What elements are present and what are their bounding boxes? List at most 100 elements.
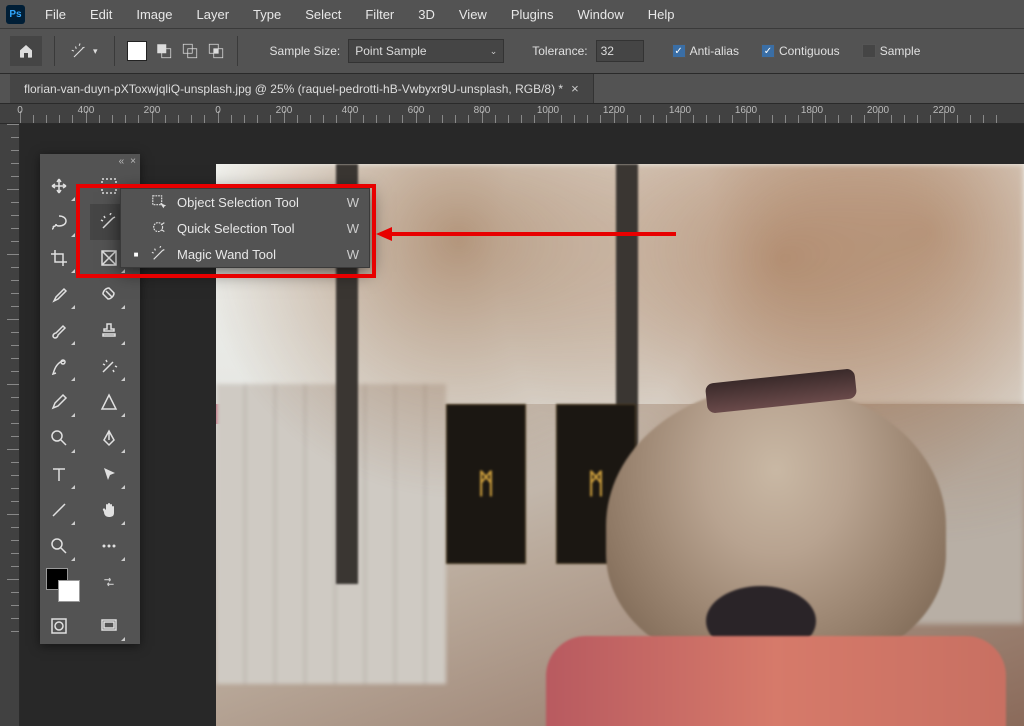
check-icon: ✓ [761,44,775,58]
chevron-down-icon: ⌄ [490,46,498,57]
menu-plugins[interactable]: Plugins [501,3,564,26]
sample-size-label: Sample Size: [270,44,341,58]
active-dot: ■ [131,250,141,259]
tolerance-label: Tolerance: [532,44,587,58]
pen-tool[interactable] [90,420,128,456]
line-tool[interactable] [40,492,78,528]
flyout-item-object-select[interactable]: Object Selection Tool W [121,189,369,215]
close-tab-icon[interactable]: × [571,81,579,96]
stamp-tool[interactable] [90,312,128,348]
toolbox-collapse-icon[interactable]: « [119,156,125,167]
menu-edit[interactable]: Edit [80,3,122,26]
divider [54,36,55,66]
select-tool-icon [100,465,118,483]
zoom-tool-icon [50,537,68,555]
canvas-area[interactable]: ᛗ ᛗ « × Object Selection ToolWQuick Sele… [20,124,1024,726]
glitter-tool-icon [100,357,118,375]
add-selection-icon[interactable] [155,42,173,60]
contiguous-checkbox[interactable]: ✓ Contiguous [761,44,840,58]
move-tool[interactable] [40,168,78,204]
more-tool-icon [100,537,118,555]
flyout-item-magic-wand[interactable]: ■Magic Wand ToolW [121,241,369,267]
patch-tool-icon [100,285,118,303]
foreground-background-swatch[interactable] [40,564,90,608]
intersect-selection-icon[interactable] [207,42,225,60]
menu-file[interactable]: File [35,3,76,26]
toolbox-close-icon[interactable]: × [130,156,136,167]
document-tab[interactable]: florian-van-duyn-pXToxwjqliQ-unsplash.jp… [10,74,594,103]
ruler-horizontal: 0400200020040060080010001200140016001800… [0,104,1024,124]
move-tool-icon [50,177,68,195]
flyout-item-label: Object Selection Tool [177,195,337,210]
menu-3d[interactable]: 3D [408,3,445,26]
eyedropper-tool[interactable] [40,276,78,312]
background-color[interactable] [58,580,80,602]
wand-tool-icon [100,213,118,231]
anti-alias-checkbox[interactable]: ✓ Anti-alias [672,44,739,58]
flyout-item-quick-select[interactable]: Quick Selection ToolW [121,215,369,241]
shape-tool-icon [100,393,118,411]
sample-size-value: Point Sample [355,44,426,58]
menu-select[interactable]: Select [295,3,351,26]
current-tool-indicator[interactable]: ▾ [67,42,102,60]
new-selection-button[interactable] [127,41,147,61]
menu-window[interactable]: Window [567,3,633,26]
magic-wand-icon [151,246,167,262]
more-tool[interactable] [90,528,128,564]
crop-tool-icon [50,249,68,267]
marquee-tool-icon [100,177,118,195]
subtract-selection-icon[interactable] [181,42,199,60]
zoom-lens-tool[interactable] [40,420,78,456]
lasso-tool[interactable] [40,204,78,240]
menu-layer[interactable]: Layer [187,3,240,26]
ruler-vertical [0,124,20,726]
sample-size-select[interactable]: Point Sample ⌄ [348,39,504,63]
frame-tool-icon [100,249,118,267]
divider [114,36,115,66]
document-tab-title: florian-van-duyn-pXToxwjqliQ-unsplash.jp… [24,82,563,96]
type-tool[interactable] [40,456,78,492]
quick-mask-button[interactable] [40,608,78,644]
flyout-item-shortcut: W [347,195,359,210]
menu-image[interactable]: Image [126,3,182,26]
screen-mode-button[interactable] [90,608,128,644]
crop-tool[interactable] [40,240,78,276]
select-tool[interactable] [90,456,128,492]
tolerance-input[interactable] [596,40,644,62]
menu-help[interactable]: Help [638,3,685,26]
pencil-tool-icon [50,393,68,411]
sample-all-label: Sample [880,44,921,58]
brush-tool[interactable] [40,312,78,348]
home-button[interactable] [10,36,42,66]
glitter-tool[interactable] [90,348,128,384]
sample-all-checkbox[interactable]: Sample [862,44,921,58]
menu-filter[interactable]: Filter [355,3,404,26]
object-select-icon [151,194,167,210]
hand-tool[interactable] [90,492,128,528]
flyout-item-shortcut: W [347,247,359,262]
flyout-item-shortcut: W [347,221,359,236]
contiguous-label: Contiguous [779,44,840,58]
pencil-tool[interactable] [40,384,78,420]
menu-type[interactable]: Type [243,3,291,26]
shape-tool[interactable] [90,384,128,420]
menu-view[interactable]: View [449,3,497,26]
menu-bar: Ps File Edit Image Layer Type Select Fil… [0,0,1024,28]
options-bar: ▾ Sample Size: Point Sample ⌄ Tolerance:… [0,28,1024,74]
zoom-lens-tool-icon [50,429,68,447]
pen-tool-icon [100,429,118,447]
eyedropper-tool-icon [50,285,68,303]
app-logo: Ps [6,5,25,24]
spot-heal-tool-icon [50,357,68,375]
divider [237,36,238,66]
patch-tool[interactable] [90,276,128,312]
home-icon [18,43,34,59]
lasso-tool-icon [50,213,68,231]
spot-heal-tool[interactable] [40,348,78,384]
magic-wand-icon [71,42,89,60]
swap-colors-button[interactable] [90,564,128,600]
zoom-tool[interactable] [40,528,78,564]
stamp-tool-icon [100,321,118,339]
tool-flyout-menu: Object Selection ToolWQuick Selection To… [120,188,370,268]
document-tab-bar: florian-van-duyn-pXToxwjqliQ-unsplash.jp… [0,74,1024,104]
